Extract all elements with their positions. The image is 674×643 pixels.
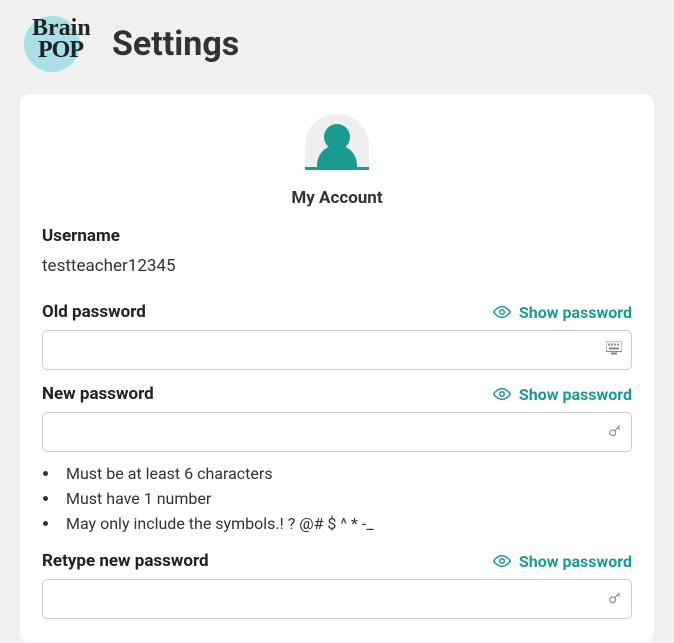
show-new-password-toggle[interactable]: Show password [493,385,632,404]
page-header: Brain POP Settings [0,0,674,94]
key-icon [608,423,622,442]
key-icon [608,590,622,609]
new-password-input[interactable] [42,412,632,452]
account-title: My Account [291,188,382,208]
show-password-label: Show password [519,385,632,404]
logo-line2: POP [38,40,91,62]
new-password-label: New password [42,384,154,404]
brainpop-logo: Brain POP [24,14,88,74]
eye-icon [493,387,511,401]
password-rule: Must have 1 number [60,487,632,512]
username-value: testteacher12345 [42,256,632,276]
show-retype-password-toggle[interactable]: Show password [493,552,632,571]
show-password-label: Show password [519,303,632,322]
username-label: Username [42,226,632,246]
avatar-icon [305,114,369,170]
old-password-label: Old password [42,302,146,322]
page-title: Settings [112,24,239,64]
eye-icon [493,305,511,319]
password-rule: Must be at least 6 characters [60,462,632,487]
settings-card: My Account Username testteacher12345 Old… [20,94,654,643]
old-password-input[interactable] [42,330,632,370]
account-header: My Account [42,114,632,208]
password-rules: Must be at least 6 characters Must have … [42,462,632,537]
retype-password-input[interactable] [42,579,632,619]
show-old-password-toggle[interactable]: Show password [493,303,632,322]
eye-icon [493,554,511,568]
password-rule: May only include the symbols.! ? @# $ ^ … [60,512,632,537]
retype-password-label: Retype new password [42,551,209,571]
keyboard-icon [606,341,622,360]
show-password-label: Show password [519,552,632,571]
